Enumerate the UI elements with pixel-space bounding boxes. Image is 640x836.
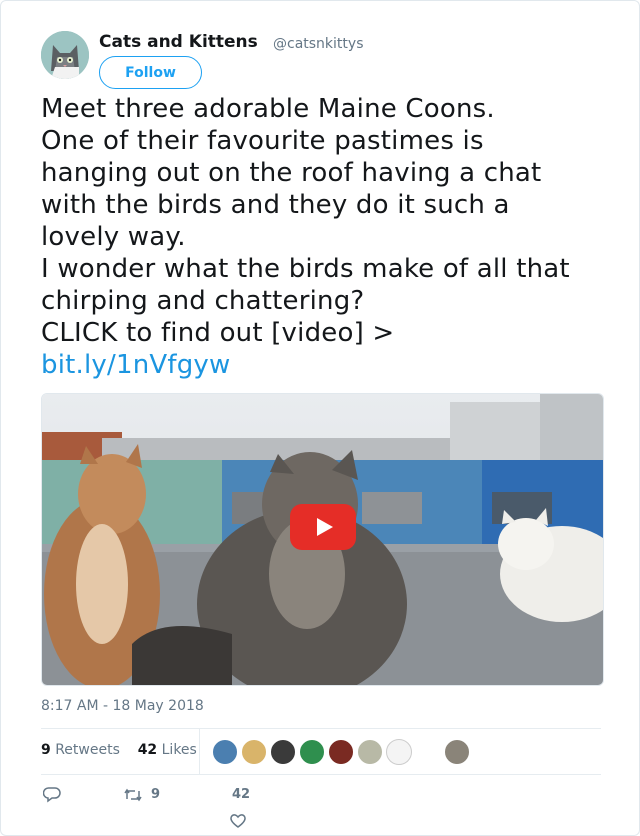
retweets-count: 9 <box>41 742 51 758</box>
likes-count: 42 <box>137 742 158 758</box>
divider <box>41 774 601 775</box>
likes-label: Likes <box>161 742 197 758</box>
play-icon[interactable] <box>290 504 356 550</box>
stats-separator <box>199 728 200 774</box>
reply-icon[interactable] <box>43 787 61 803</box>
cat-avatar-icon[interactable] <box>41 31 89 79</box>
tweet-link[interactable]: bit.ly/1nVfgyw <box>41 349 611 381</box>
liker-avatar[interactable] <box>241 739 267 765</box>
divider <box>41 728 601 729</box>
retweets-label: Retweets <box>55 742 120 758</box>
tweet-timestamp[interactable]: 8:17 AM - 18 May 2018 <box>41 698 204 714</box>
liker-avatar[interactable] <box>386 739 412 765</box>
liker-avatar[interactable] <box>270 739 296 765</box>
retweets-stat[interactable]: 9 Retweets <box>41 742 120 758</box>
retweet-action[interactable]: 9 <box>123 787 160 802</box>
liker-avatar[interactable] <box>328 739 354 765</box>
liker-avatar[interactable] <box>444 739 470 765</box>
heart-icon[interactable] <box>229 813 247 829</box>
author-name[interactable]: Cats and Kittens <box>99 32 258 52</box>
tweet-line: I wonder what the birds make of all that <box>41 254 570 284</box>
tweet-line: lovely way. <box>41 222 186 252</box>
tweet-stats: 9 Retweets 42 Likes <box>41 742 197 758</box>
reply-action[interactable] <box>43 787 61 803</box>
follow-button[interactable]: Follow <box>99 56 202 89</box>
tweet-line: chirping and chattering? <box>41 286 365 316</box>
like-action[interactable] <box>229 813 247 829</box>
liker-avatar[interactable] <box>212 739 238 765</box>
tweet-line: with the birds and they do it such a <box>41 190 510 220</box>
video-thumbnail[interactable] <box>41 393 604 686</box>
retweet-icon[interactable] <box>123 788 143 802</box>
likes-stat[interactable]: 42 Likes <box>138 742 197 758</box>
like-count: 42 <box>232 787 251 802</box>
liker-avatar[interactable] <box>357 739 383 765</box>
tweet-line: One of their favourite pastimes is <box>41 126 484 156</box>
liker-avatar[interactable] <box>299 739 325 765</box>
tweet-text: Meet three adorable Maine Coons. One of … <box>41 93 611 381</box>
tweet-line: CLICK to find out [video] > <box>41 318 395 348</box>
tweet-card: Cats and Kittens @catsnkittys Follow Mee… <box>0 0 640 836</box>
author-handle[interactable]: @catsnkittys <box>273 36 364 52</box>
tweet-line: Meet three adorable Maine Coons. <box>41 94 495 124</box>
retweet-count: 9 <box>151 787 161 802</box>
tweet-line: hanging out on the roof having a chat <box>41 158 542 188</box>
